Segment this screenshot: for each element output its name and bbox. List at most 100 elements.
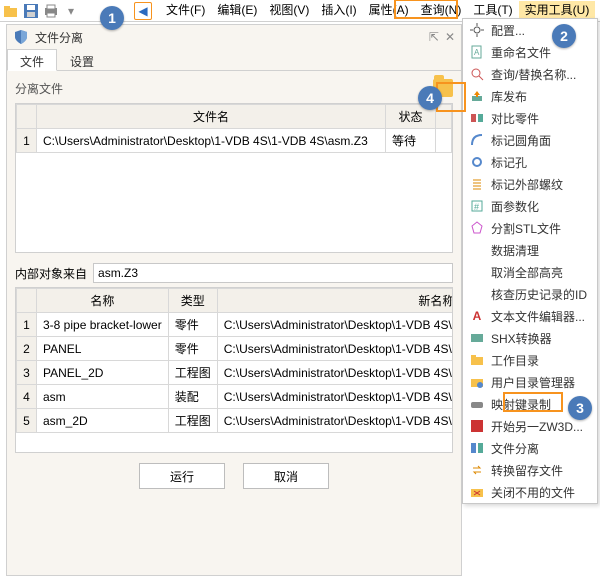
tab-file[interactable]: 文件 [7,49,57,71]
menu-item[interactable]: # 面参数化 [463,195,597,217]
menu-item[interactable]: 用户目录管理器 [463,371,597,393]
table-row[interactable]: 13-8 pipe bracket-lower零件C:\Users\Admini… [17,313,454,337]
print-icon[interactable] [42,2,60,20]
menu-edit[interactable]: 编辑(E) [211,1,263,18]
file-split-panel: 文件分离 ⇱ ✕ 文件 设置 分离文件 文件名 状态 [6,24,462,576]
menu-item[interactable]: 查询/替换名称... [463,63,597,85]
compare-icon [469,110,485,126]
menu-query[interactable]: 查询(N) [415,1,468,18]
thread-icon [469,176,485,192]
swap-icon [469,462,485,478]
menu-item-label: 面参数化 [491,198,539,215]
menu-item[interactable]: 取消全部高亮 [463,261,597,283]
gear-icon [469,22,485,38]
menu-item-label: 配置... [491,22,525,39]
menu-item-label: 文本文件编辑器... [491,308,585,325]
menu-item-label: 标记孔 [491,154,527,171]
menu-item-label: 用户目录管理器 [491,374,575,391]
table-row[interactable]: 1C:\Users\Administrator\Desktop\1-VDB 4S… [17,129,452,153]
close-icon [469,484,485,500]
inner-objects-table: 名称 类型 新名称 13-8 pipe bracket-lower零件C:\Us… [16,288,453,433]
menu-item[interactable]: SHX转换器 [463,327,597,349]
menu-item-label: 关闭不用的文件 [491,484,575,501]
table-row[interactable]: 4asm装配C:\Users\Administrator\Desktop\1-V… [17,385,454,409]
close-icon[interactable]: ✕ [445,30,455,44]
tab-settings[interactable]: 设置 [57,49,107,70]
col-name[interactable]: 名称 [37,289,169,313]
step-marker-3: 3 [568,396,592,420]
menu-item-label: 分割STL文件 [491,220,561,237]
utility-dropdown: 配置... A 重命名文件查询/替换名称... 库发布对比零件标记圆角面标记孔标记外部… [462,18,598,504]
blank-icon [469,264,485,280]
menu-item-label: 开始另一ZW3D... [491,418,583,435]
table-row[interactable]: 5asm_2D工程图C:\Users\Administrator\Desktop… [17,409,454,433]
more-icon[interactable]: ▾ [62,2,80,20]
table-row[interactable]: 3PANEL_2D工程图C:\Users\Administrator\Deskt… [17,361,454,385]
menu-item[interactable]: A 文本文件编辑器... [463,305,597,327]
menu-item-label: 重命名文件 [491,44,551,61]
menu-utility[interactable]: 实用工具(U) [519,1,596,18]
panel-title: 文件分离 [35,29,423,46]
menu-item-label: 文件分离 [491,440,539,457]
split-files-label: 分离文件 [15,80,63,97]
menu-insert[interactable]: 插入(I) [315,1,362,18]
menu-app[interactable]: 应用(P) [595,1,600,18]
doc-icon: A [469,44,485,60]
menu-item[interactable]: 标记外部螺纹 [463,173,597,195]
save-icon[interactable] [22,2,40,20]
panel-header: 文件分离 ⇱ ✕ [7,25,461,49]
menu-item-label: 工作目录 [491,352,539,369]
shx-icon [469,330,485,346]
zw-icon [469,418,485,434]
blank-icon [469,286,485,302]
svg-text:A: A [474,48,480,57]
menu-item[interactable]: A 重命名文件 [463,41,597,63]
menu-view[interactable]: 视图(V) [263,1,315,18]
stl-icon [469,220,485,236]
col-type[interactable]: 类型 [168,289,217,313]
step-marker-4: 4 [418,86,442,110]
col-newname[interactable]: 新名称 [217,289,453,313]
cancel-button[interactable]: 取消 [243,463,329,489]
search-icon [469,66,485,82]
menu-item-label: 库发布 [491,88,527,105]
open-icon[interactable] [2,2,20,20]
menu-item[interactable]: 关闭不用的文件 [463,481,597,503]
menu-attr[interactable]: 属性(A) [363,1,415,18]
step-marker-1: 1 [100,6,124,30]
table-row[interactable]: 2PANEL零件C:\Users\Administrator\Desktop\1… [17,337,454,361]
inner-source-input[interactable] [93,263,453,283]
svg-text:#: # [474,202,479,212]
back-arrow-icon[interactable]: ◀ [134,2,152,20]
menu-item[interactable]: 对比零件 [463,107,597,129]
menu-item[interactable]: 数据清理 [463,239,597,261]
menu-item-label: 转换留存文件 [491,462,563,479]
fillet-icon [469,132,485,148]
menu-item[interactable]: 标记孔 [463,151,597,173]
menu-item[interactable]: 分割STL文件 [463,217,597,239]
menu-item-label: 查询/替换名称... [491,66,576,83]
upload-icon [469,88,485,104]
menu-item-label: 取消全部高亮 [491,264,563,281]
count-icon: # [469,198,485,214]
menu-item[interactable]: 文件分离 [463,437,597,459]
menu-item[interactable]: 核查历史记录的ID [463,283,597,305]
menu-item[interactable]: 工作目录 [463,349,597,371]
menu-item-label: 标记外部螺纹 [491,176,563,193]
usrdir-icon [469,374,485,390]
collapse-icon[interactable]: ⇱ [429,30,439,44]
menu-item[interactable]: 标记圆角面 [463,129,597,151]
menu-item[interactable]: 配置... [463,19,597,41]
menu-item[interactable]: 库发布 [463,85,597,107]
menu-tool[interactable]: 工具(T) [467,1,518,18]
menu-item-label: 映射键录制 [491,396,551,413]
run-button[interactable]: 运行 [139,463,225,489]
panel-tabs: 文件 设置 [7,49,461,71]
col-filename[interactable]: 文件名 [37,105,386,129]
menu-file[interactable]: 文件(F) [160,1,211,18]
split-icon [469,440,485,456]
menu-item[interactable]: 转换留存文件 [463,459,597,481]
folder-icon [469,352,485,368]
shield-icon [13,29,29,45]
text-icon: A [469,308,485,324]
